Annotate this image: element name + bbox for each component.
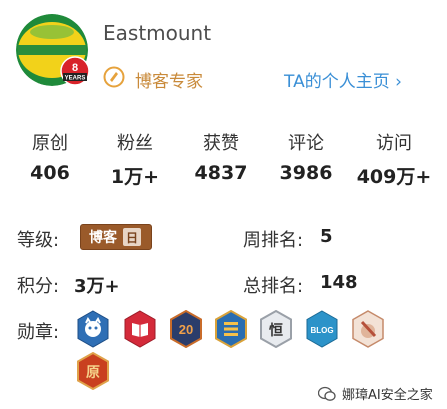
stat-likes[interactable]: 获赞 4837: [185, 129, 257, 184]
stat-value: 409万+: [356, 166, 432, 188]
heng-medal-icon[interactable]: 恒: [259, 309, 293, 349]
stat-visits[interactable]: 访问 409万+: [353, 129, 435, 189]
level-badge-num: 日: [123, 228, 141, 246]
stat-label: 粉丝: [117, 133, 153, 154]
wechat-icon: [318, 386, 336, 401]
blog-expert-icon: [103, 66, 125, 88]
stat-value: 3986: [279, 162, 333, 184]
total-rank-value: 148: [320, 272, 358, 293]
stat-value: 1万+: [110, 166, 160, 188]
svg-text:BLOG: BLOG: [310, 326, 333, 335]
github-medal-icon[interactable]: [76, 310, 110, 348]
weekly-rank-label: 周排名:: [243, 230, 304, 251]
watermark: 娜璋AI安全之家: [318, 384, 433, 403]
blog-expert-label: 博客专家: [135, 72, 203, 92]
stat-label: 访问: [376, 133, 412, 154]
stat-label: 原创: [32, 133, 68, 154]
stat-original[interactable]: 原创 406: [14, 129, 86, 184]
stat-value: 4837: [194, 162, 248, 184]
blog-medal-icon[interactable]: BLOG: [305, 310, 339, 348]
stat-label: 获赞: [203, 133, 239, 154]
svg-text:8: 8: [72, 62, 78, 74]
stat-value: 406: [30, 162, 70, 184]
weekly-rank-value: 5: [320, 226, 333, 247]
watermark-text: 娜璋AI安全之家: [342, 388, 433, 403]
level-badge-text: 博客: [89, 230, 117, 246]
svg-text:YEARS: YEARS: [65, 76, 86, 82]
level-badge[interactable]: 博客 日: [80, 224, 152, 250]
svg-text:恒: 恒: [269, 322, 283, 339]
list-medal-icon[interactable]: [214, 309, 248, 349]
personal-homepage-link[interactable]: TA的个人主页 ›: [284, 67, 402, 92]
stat-label: 评论: [288, 133, 324, 154]
level-label: 等级:: [17, 230, 60, 251]
svg-text:原: 原: [86, 365, 100, 381]
pen-medal-icon[interactable]: [351, 310, 385, 348]
points-label: 积分:: [17, 276, 60, 297]
book-medal-icon[interactable]: [123, 310, 157, 348]
twenty-medal-icon[interactable]: 20: [169, 309, 203, 349]
username[interactable]: Eastmount: [103, 21, 211, 45]
yuan-medal-icon[interactable]: 原: [76, 351, 110, 391]
stat-fans[interactable]: 粉丝 1万+: [99, 129, 171, 189]
medals-label: 勋章:: [17, 322, 60, 343]
years-badge: 8 YEARS: [60, 56, 90, 86]
stat-comments[interactable]: 评论 3986: [270, 129, 342, 184]
total-rank-label: 总排名:: [243, 276, 304, 297]
svg-text:20: 20: [179, 322, 193, 337]
points-value: 3万+: [74, 276, 120, 297]
